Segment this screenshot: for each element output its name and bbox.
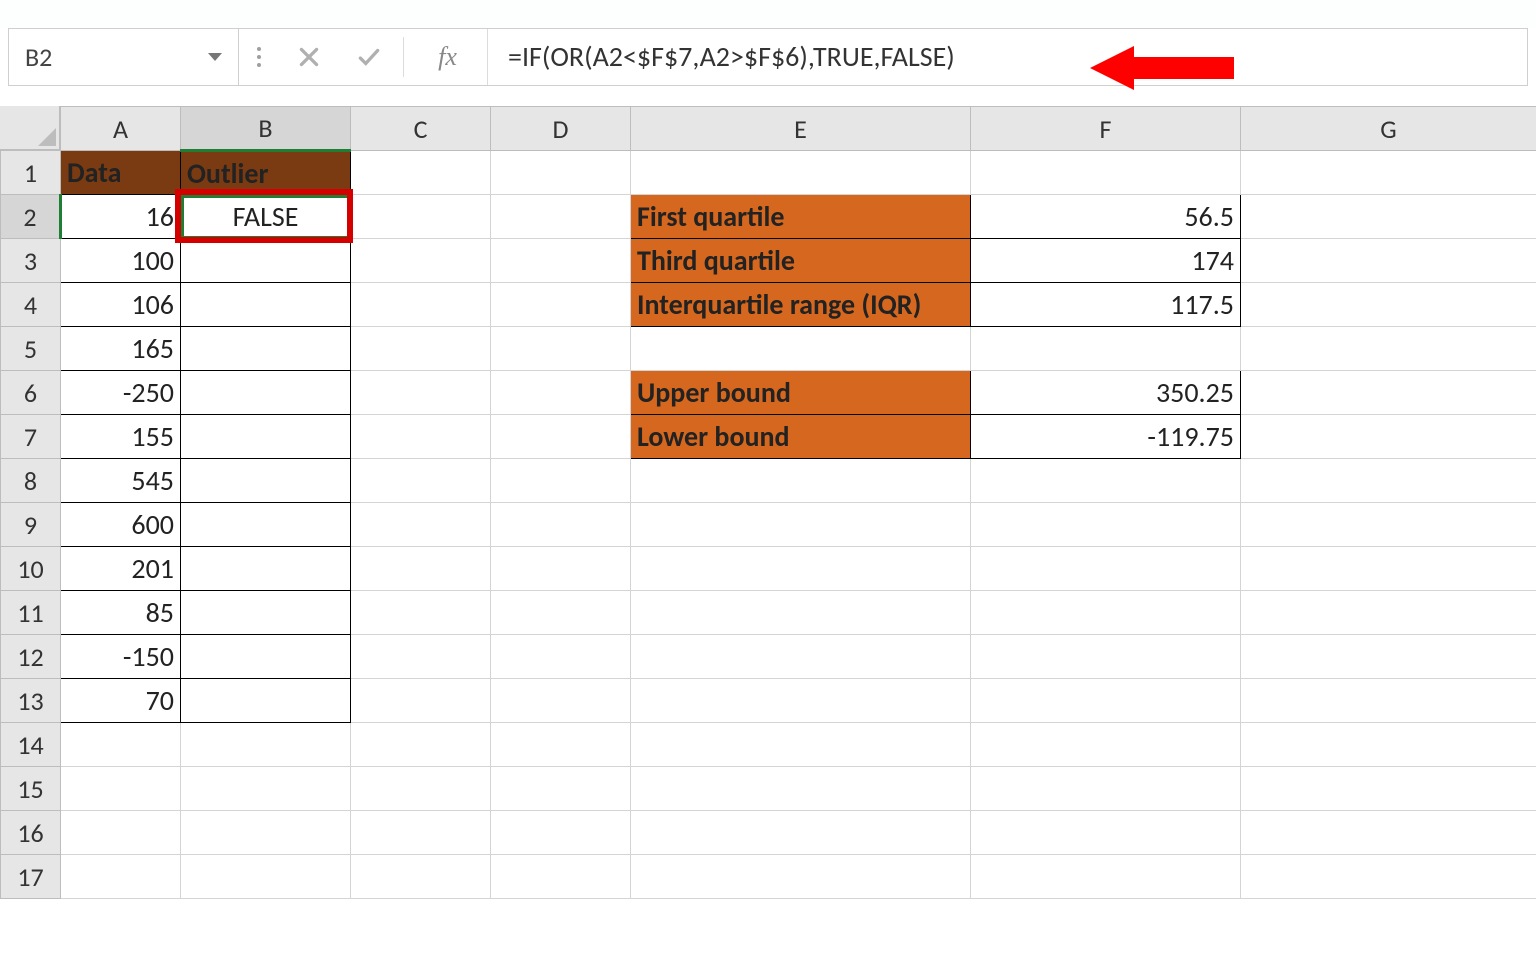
cell-A9[interactable]: 600 (61, 503, 181, 547)
cell-A7[interactable]: 155 (61, 415, 181, 459)
cell-F5[interactable] (971, 327, 1241, 371)
row-header[interactable]: 7 (1, 415, 61, 459)
col-header-B[interactable]: B (181, 107, 351, 151)
cell-B9[interactable] (181, 503, 351, 547)
cell-A5[interactable]: 165 (61, 327, 181, 371)
row-header[interactable]: 14 (1, 723, 61, 767)
row-header[interactable]: 9 (1, 503, 61, 547)
row-header[interactable]: 16 (1, 811, 61, 855)
select-all-corner[interactable] (0, 106, 60, 150)
cell-E6[interactable]: Upper bound (631, 371, 971, 415)
col-header-C[interactable]: C (351, 107, 491, 151)
row-header[interactable]: 1 (1, 151, 61, 195)
cell-B13[interactable] (181, 679, 351, 723)
cell-E3[interactable]: Third quartile (631, 239, 971, 283)
cell-B3[interactable] (181, 239, 351, 283)
column-headers: A B C D E F G (1, 107, 1536, 151)
col-header-D[interactable]: D (491, 107, 631, 151)
cell-A8[interactable]: 545 (61, 459, 181, 503)
formula-input[interactable]: =IF(OR(A2<$F$7,A2>$F$6),TRUE,FALSE) (494, 29, 1527, 85)
row-header[interactable]: 10 (1, 547, 61, 591)
cell-B8[interactable] (181, 459, 351, 503)
cell-C2[interactable] (351, 195, 491, 239)
row-header[interactable]: 11 (1, 591, 61, 635)
cell-A12[interactable]: -150 (61, 635, 181, 679)
cell-F3[interactable]: 174 (971, 239, 1241, 283)
row-header[interactable]: 3 (1, 239, 61, 283)
cell-A1[interactable]: Data (61, 151, 181, 195)
row-header[interactable]: 8 (1, 459, 61, 503)
cell-E4[interactable]: Interquartile range (IQR) (631, 283, 971, 327)
cell-F2[interactable]: 56.5 (971, 195, 1241, 239)
cell-B6[interactable] (181, 371, 351, 415)
formula-bar: B2 fx =IF(OR(A2<$F$7,A2>$F$6),TRUE,FALSE… (8, 28, 1528, 86)
chevron-down-icon[interactable] (208, 53, 222, 61)
cell-A10[interactable]: 201 (61, 547, 181, 591)
cell-A3[interactable]: 100 (61, 239, 181, 283)
cell-D1[interactable] (491, 151, 631, 195)
cell-F7[interactable]: -119.75 (971, 415, 1241, 459)
cell-E1[interactable] (631, 151, 971, 195)
cell-A2[interactable]: 16 (61, 195, 181, 239)
cell-B2[interactable]: FALSE (181, 195, 351, 239)
cell-A6[interactable]: -250 (61, 371, 181, 415)
cell-B4[interactable] (181, 283, 351, 327)
row-header[interactable]: 2 (1, 195, 61, 239)
row-header[interactable]: 6 (1, 371, 61, 415)
cell-B11[interactable] (181, 591, 351, 635)
cell-F1[interactable] (971, 151, 1241, 195)
fx-icon[interactable]: fx (408, 29, 488, 85)
enter-button[interactable] (339, 29, 399, 85)
cell-B10[interactable] (181, 547, 351, 591)
cell-A13[interactable]: 70 (61, 679, 181, 723)
cell-D2[interactable] (491, 195, 631, 239)
annotation-arrow-icon (1090, 46, 1234, 90)
cell-F6[interactable]: 350.25 (971, 371, 1241, 415)
row-header[interactable]: 12 (1, 635, 61, 679)
name-box[interactable]: B2 (9, 29, 239, 85)
cell-B5[interactable] (181, 327, 351, 371)
cell-A4[interactable]: 106 (61, 283, 181, 327)
cell-E2[interactable]: First quartile (631, 195, 971, 239)
drag-handle-icon[interactable] (239, 29, 279, 85)
row-header[interactable]: 13 (1, 679, 61, 723)
col-header-G[interactable]: G (1241, 107, 1536, 151)
cell-F4[interactable]: 117.5 (971, 283, 1241, 327)
cell-G2[interactable] (1241, 195, 1536, 239)
col-header-E[interactable]: E (631, 107, 971, 151)
row-header[interactable]: 15 (1, 767, 61, 811)
cell-E7[interactable]: Lower bound (631, 415, 971, 459)
col-header-F[interactable]: F (971, 107, 1241, 151)
row-header[interactable]: 5 (1, 327, 61, 371)
name-box-value: B2 (25, 41, 52, 73)
cell-B12[interactable] (181, 635, 351, 679)
cancel-button[interactable] (279, 29, 339, 85)
row-header[interactable]: 4 (1, 283, 61, 327)
cell-G1[interactable] (1241, 151, 1536, 195)
cell-B7[interactable] (181, 415, 351, 459)
cell-A11[interactable]: 85 (61, 591, 181, 635)
row-header[interactable]: 17 (1, 855, 61, 899)
spreadsheet-grid[interactable]: A B C D E F G 1 Data Outlier 2 16 FALSE … (0, 106, 1536, 899)
col-header-A[interactable]: A (61, 107, 181, 151)
cell-E5[interactable] (631, 327, 971, 371)
cell-C1[interactable] (351, 151, 491, 195)
cell-B1[interactable]: Outlier (181, 151, 351, 195)
